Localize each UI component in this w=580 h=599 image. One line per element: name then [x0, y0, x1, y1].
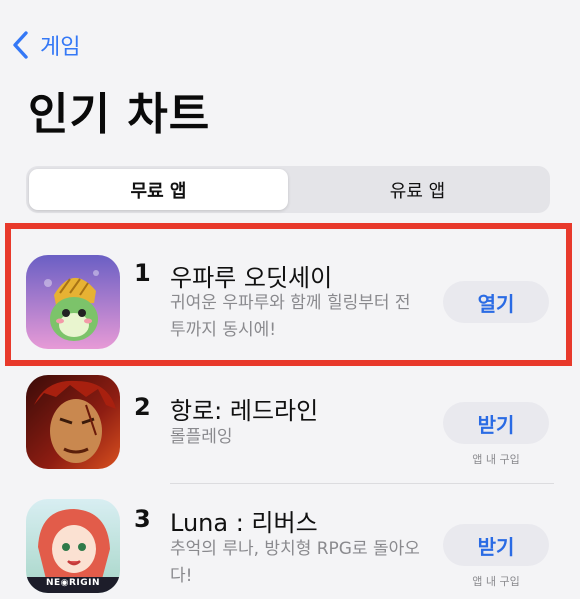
get-button[interactable]: 받기: [443, 402, 549, 444]
app-subtitle: 추억의 루나, 방치형 RPG로 돌아오다!: [170, 539, 420, 586]
row-divider: [170, 483, 554, 484]
back-button[interactable]: 게임: [10, 28, 80, 62]
segmented-control: 무료 앱 유료 앱: [26, 166, 550, 213]
in-app-purchase-note: 앱 내 구입: [472, 575, 520, 588]
in-app-purchase-note: 앱 내 구입: [472, 453, 520, 466]
app-subtitle: 귀여운 우파루와 함께 힐링부터 전투까지 동시에!: [170, 293, 411, 340]
app-icon-woparu: [26, 255, 120, 349]
rank-number: 2: [134, 393, 151, 421]
icon-logo-text: NE◉RIGIN: [45, 578, 101, 588]
app-store-top-charts: 게임 인기 차트 무료 앱 유료 앱 1 우파루 오딧세이 귀여운 우파루와 함…: [0, 0, 580, 599]
rank-number: 3: [134, 505, 151, 533]
tab-free-apps[interactable]: 무료 앱: [29, 169, 288, 210]
tab-paid-apps[interactable]: 유료 앱: [288, 169, 547, 210]
list-item[interactable]: NE◉RIGIN 3 Luna : 리버스 추억의 루나, 방치형 RPG로 돌…: [0, 485, 580, 599]
app-icon-luna-reverse: NE◉RIGIN: [26, 499, 120, 593]
app-name: 항로: 레드라인: [170, 397, 319, 425]
app-name: Luna : 리버스: [170, 509, 318, 537]
chevron-left-icon: [13, 31, 28, 59]
rank-number: 1: [134, 259, 151, 287]
list-item[interactable]: 2 항로: 레드라인 롤플레잉 받기 앱 내 구입: [0, 362, 580, 484]
list-item[interactable]: 1 우파루 오딧세이 귀여운 우파루와 함께 힐링부터 전투까지 동시에! 열기: [0, 240, 580, 362]
open-button[interactable]: 열기: [443, 281, 549, 323]
app-subtitle: 롤플레잉: [170, 427, 233, 447]
get-button[interactable]: 받기: [443, 524, 549, 566]
app-icon-hangro-redline: [26, 375, 120, 469]
app-name: 우파루 오딧세이: [170, 264, 333, 292]
back-label: 게임: [40, 35, 81, 60]
page-title: 인기 차트: [28, 89, 211, 140]
